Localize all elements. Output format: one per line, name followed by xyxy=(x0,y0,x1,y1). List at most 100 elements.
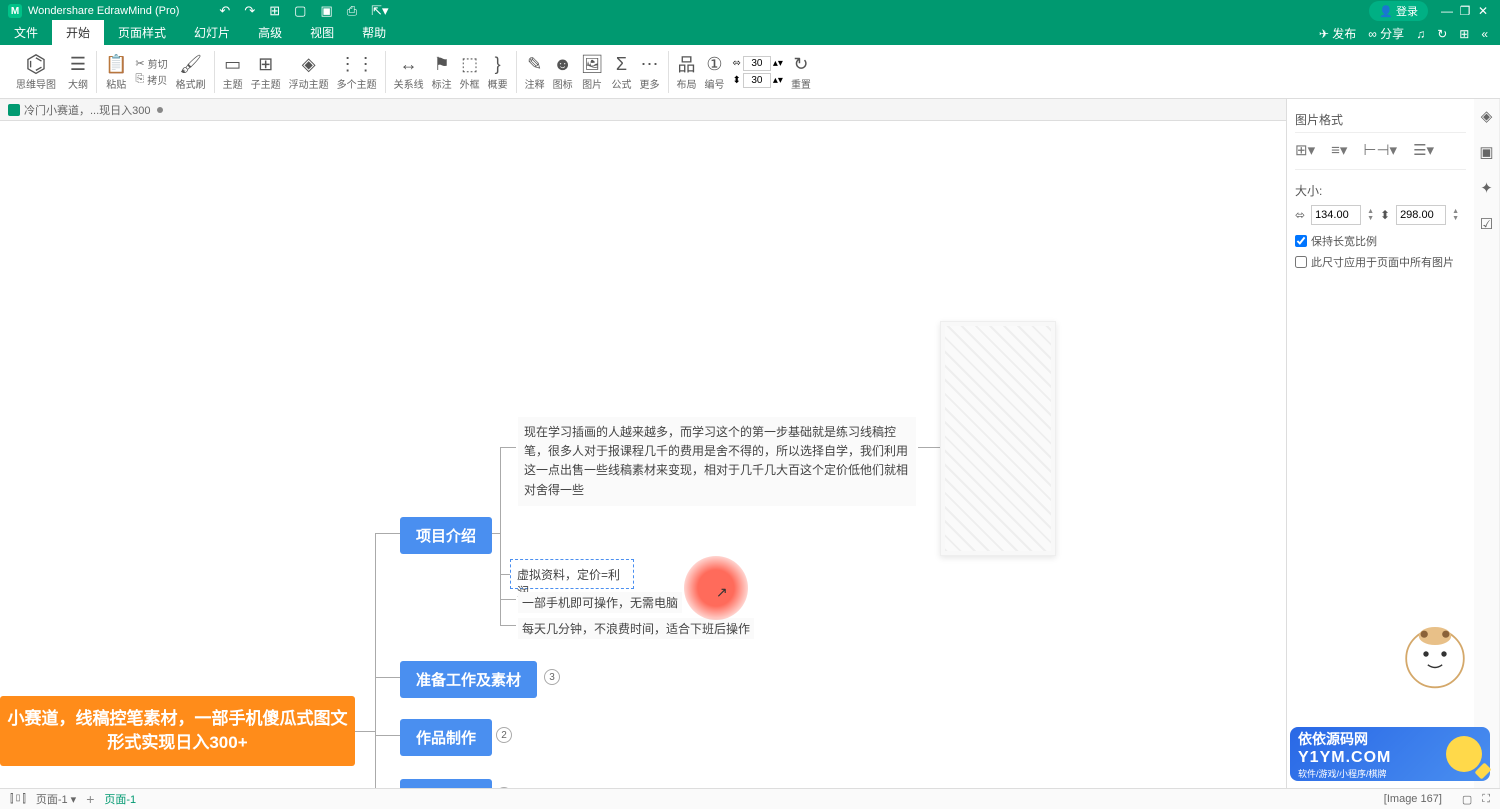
layout-button[interactable]: 品布局 xyxy=(673,52,701,91)
node-work[interactable]: 作品制作 xyxy=(400,719,492,756)
width-dim-icon: ⬄ xyxy=(1295,208,1305,222)
apply-all-checkbox[interactable] xyxy=(1295,256,1307,268)
quick-toolbar: ↶ ↷ ⊞ ▢ ▣ ⎙ ⇱▾ xyxy=(219,3,388,19)
cut-button[interactable]: ✂剪切 xyxy=(135,56,167,71)
layout-opt-icon[interactable]: ⊞▾ xyxy=(1295,141,1315,159)
save-icon[interactable]: ▣ xyxy=(320,3,332,19)
attached-image[interactable] xyxy=(940,321,1056,556)
tab-advanced[interactable]: 高级 xyxy=(244,20,296,45)
badge-work[interactable]: 2 xyxy=(496,727,512,743)
tab-start[interactable]: 开始 xyxy=(52,20,104,45)
relation-button[interactable]: ↔关系线 xyxy=(390,52,428,91)
number-button[interactable]: ①编号 xyxy=(701,52,729,91)
comment-button[interactable]: ✎注释 xyxy=(521,52,549,91)
close-icon[interactable]: ✕ xyxy=(1474,4,1492,18)
tab-help[interactable]: 帮助 xyxy=(348,20,400,45)
notify-icon[interactable]: ♫ xyxy=(1416,27,1425,41)
canvas-workspace[interactable]: 小赛道，线稿控笔素材，一部手机傻瓜式图文形式实现日入300+ 项目介绍 现在学习… xyxy=(0,121,1286,788)
magnifier-icon xyxy=(1446,736,1482,772)
share-button[interactable]: ∞ 分享 xyxy=(1368,25,1404,42)
page-dropdown[interactable]: 页面-1 ▾ xyxy=(36,791,76,807)
mindmap-root-node[interactable]: 小赛道，线稿控笔素材，一部手机傻瓜式图文形式实现日入300+ xyxy=(0,696,355,766)
app-logo-icon: M xyxy=(8,4,22,18)
size-label: 大小: xyxy=(1295,182,1466,199)
paste-button[interactable]: 📋粘贴 xyxy=(101,52,131,91)
style-tab-icon[interactable]: ◈ xyxy=(1481,107,1493,125)
cursor-highlight xyxy=(684,556,748,620)
outline-button[interactable]: ☰大纲 xyxy=(64,52,92,91)
node-intro-desc[interactable]: 现在学习插画的人越来越多，而学习这个的第一步基础就是练习线稿控笔，很多人对于报课… xyxy=(518,417,916,506)
more-button[interactable]: ⋯更多 xyxy=(636,52,664,91)
mindmap-button[interactable]: ⌬思维导图 xyxy=(8,52,64,91)
float-topic-button[interactable]: ◈浮动主题 xyxy=(285,52,333,91)
modified-indicator xyxy=(157,107,163,113)
tab-slide[interactable]: 幻灯片 xyxy=(180,20,244,45)
print-icon[interactable]: ⎙ xyxy=(347,3,357,19)
watermark-badge: 依依源码网 Y1YM.COM 软件/游戏/小程序/棋牌 xyxy=(1290,727,1490,781)
page-nav-icon[interactable]: ⫿▯⫿ xyxy=(10,793,26,806)
redo-icon[interactable]: ↷ xyxy=(244,3,255,19)
undo-icon[interactable]: ↶ xyxy=(219,3,230,19)
callout-button[interactable]: ⚑标注 xyxy=(428,52,456,91)
menu-bar: 文件 开始 页面样式 幻灯片 高级 视图 帮助 ✈ 发布 ∞ 分享 ♫ ↻ ⊞ … xyxy=(0,22,1500,45)
view-mode-icon[interactable]: ▢ xyxy=(1462,793,1472,806)
multi-topic-button[interactable]: ⋮⋮多个主题 xyxy=(333,52,381,91)
align-opt-icon[interactable]: ≡▾ xyxy=(1331,141,1347,159)
summary-button[interactable]: }概要 xyxy=(484,52,512,91)
node-prep[interactable]: 准备工作及素材 xyxy=(400,661,537,698)
distribute-opt-icon[interactable]: ⊢⊣▾ xyxy=(1363,141,1397,159)
panel-title: 图片格式 xyxy=(1295,107,1466,133)
boundary-button[interactable]: ⬚外框 xyxy=(456,52,484,91)
node-time[interactable]: 每天几分钟，不浪费时间，适合下班后操作 xyxy=(518,618,754,639)
add-page-button[interactable]: + xyxy=(86,791,94,807)
reset-button[interactable]: ↻重置 xyxy=(787,52,815,91)
open-icon[interactable]: ▢ xyxy=(294,3,306,19)
app-name: Wondershare EdrawMind (Pro) xyxy=(28,5,179,17)
formula-button[interactable]: Σ公式 xyxy=(608,52,636,91)
keep-ratio-checkbox[interactable] xyxy=(1295,235,1307,247)
image-tab-icon[interactable]: ▣ xyxy=(1479,143,1493,161)
menu-icon[interactable]: « xyxy=(1481,27,1488,41)
grid-icon[interactable]: ⊞ xyxy=(1459,27,1469,41)
img-width-input[interactable] xyxy=(1311,205,1361,225)
height-input[interactable] xyxy=(743,73,771,88)
height-dim-icon: ⬍ xyxy=(1380,208,1390,222)
effects-tab-icon[interactable]: ✦ xyxy=(1480,179,1493,197)
copy-button[interactable]: ⎘拷贝 xyxy=(135,72,167,87)
login-button[interactable]: 👤登录 xyxy=(1369,1,1428,21)
format-painter-button[interactable]: 🖌格式刷 xyxy=(172,52,210,91)
status-bar: ⫿▯⫿ 页面-1 ▾ + 页面-1 [Image 167] ▢ ⛶ xyxy=(0,788,1500,809)
node-traffic[interactable]: 引流方式 xyxy=(400,779,492,788)
list-opt-icon[interactable]: ☰▾ xyxy=(1413,141,1434,159)
mascot-character xyxy=(1390,609,1480,699)
title-bar: M Wondershare EdrawMind (Pro) ↶ ↷ ⊞ ▢ ▣ … xyxy=(0,0,1500,22)
img-height-input[interactable] xyxy=(1396,205,1446,225)
tab-file[interactable]: 文件 xyxy=(0,20,52,45)
width-input[interactable] xyxy=(743,56,771,71)
width-icon: ⬄ xyxy=(733,58,741,69)
badge-prep[interactable]: 3 xyxy=(544,669,560,685)
image-button[interactable]: 🖼图片 xyxy=(577,52,608,91)
export-icon[interactable]: ⇱▾ xyxy=(371,3,388,19)
doc-icon xyxy=(8,104,20,116)
history-icon[interactable]: ↻ xyxy=(1437,27,1447,41)
maximize-icon[interactable]: ❐ xyxy=(1456,4,1474,18)
fullscreen-icon[interactable]: ⛶ xyxy=(1482,793,1490,806)
size-inputs: ⬄▴▾ ⬍▴▾ xyxy=(729,56,787,88)
selected-node[interactable]: 虚拟资料，定价=利润 xyxy=(510,559,634,589)
minimize-icon[interactable]: — xyxy=(1438,4,1456,18)
node-intro[interactable]: 项目介绍 xyxy=(400,517,492,554)
node-phone[interactable]: 一部手机即可操作，无需电脑 xyxy=(518,592,682,613)
doc-tab-name[interactable]: 冷门小赛道，...现日入300 xyxy=(24,102,151,118)
icon-button[interactable]: ☻图标 xyxy=(549,52,577,91)
image-info: [Image 167] xyxy=(1384,793,1442,805)
check-tab-icon[interactable]: ☑ xyxy=(1480,215,1493,233)
tab-view[interactable]: 视图 xyxy=(296,20,348,45)
document-tab-bar: 冷门小赛道，...现日入300 xyxy=(0,99,1500,121)
subtopic-button[interactable]: ⊞子主题 xyxy=(247,52,285,91)
page-tab[interactable]: 页面-1 xyxy=(104,791,136,807)
publish-button[interactable]: ✈ 发布 xyxy=(1319,25,1356,42)
tab-pagestyle[interactable]: 页面样式 xyxy=(104,20,180,45)
new-icon[interactable]: ⊞ xyxy=(269,3,280,19)
topic-button[interactable]: ▭主题 xyxy=(219,52,247,91)
